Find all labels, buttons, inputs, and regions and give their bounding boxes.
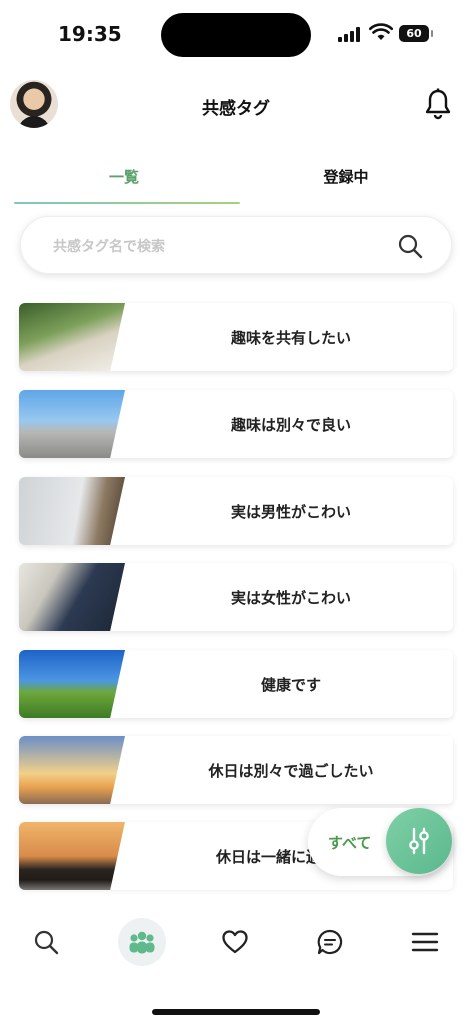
search-placeholder: 共感タグ名で検索 [53,239,165,255]
chat-icon [317,929,343,955]
search-icon [34,930,59,955]
tag-label: 健康です [260,676,321,694]
tag-thumbnail [19,563,125,631]
tag-thumbnail [19,650,125,718]
tag-card[interactable]: 休日は別々で過ごしたい [19,736,453,804]
search-icon[interactable] [397,233,423,259]
nav-menu[interactable] [401,918,449,966]
nav-search[interactable] [22,918,70,966]
bell-icon[interactable] [424,88,452,120]
tag-label: 趣味は別々で良い [230,416,351,434]
tag-label: 実は女性がこわい [230,589,351,607]
menu-icon [411,932,439,952]
tag-label: 実は男性がこわい [230,503,351,521]
group-icon [129,931,155,954]
bottom-fade [0,880,472,904]
signal-icon [338,26,364,42]
wifi-icon [369,23,393,40]
tag-thumbnail [19,736,125,804]
nav-favorites[interactable] [211,918,259,966]
status-time: 19:35 [58,22,122,46]
nav-community[interactable] [118,918,166,966]
tag-card[interactable]: 健康です [19,650,453,718]
tag-card[interactable]: 実は女性がこわい [19,563,453,631]
tag-thumbnail [19,477,125,545]
tab-list[interactable]: 一覧 [14,166,234,187]
tag-card[interactable]: 趣味は別々で良い [19,390,453,458]
heart-icon [222,930,248,954]
tab-registered[interactable]: 登録中 [236,166,456,187]
tag-label: 趣味を共有したい [230,329,351,347]
tab-indicator [14,202,240,204]
bottom-nav [0,904,472,994]
status-bar: 19:35 60 [0,0,472,72]
battery-icon: 60 [399,25,433,42]
filter-label: すべて [328,834,372,852]
tag-label: 休日は別々で過ごしたい [208,762,374,780]
filter-sliders-icon [409,827,429,855]
dynamic-island [161,13,311,57]
tag-card[interactable]: 実は男性がこわい [19,477,453,545]
tag-card[interactable]: 趣味を共有したい [19,303,453,371]
search-input[interactable]: 共感タグ名で検索 [20,216,452,274]
home-indicator [152,1009,320,1015]
filter-button[interactable] [386,808,452,874]
tag-thumbnail [19,390,125,458]
page-title: 共感タグ [202,99,270,119]
nav-messages[interactable] [306,918,354,966]
tag-thumbnail [19,303,125,371]
